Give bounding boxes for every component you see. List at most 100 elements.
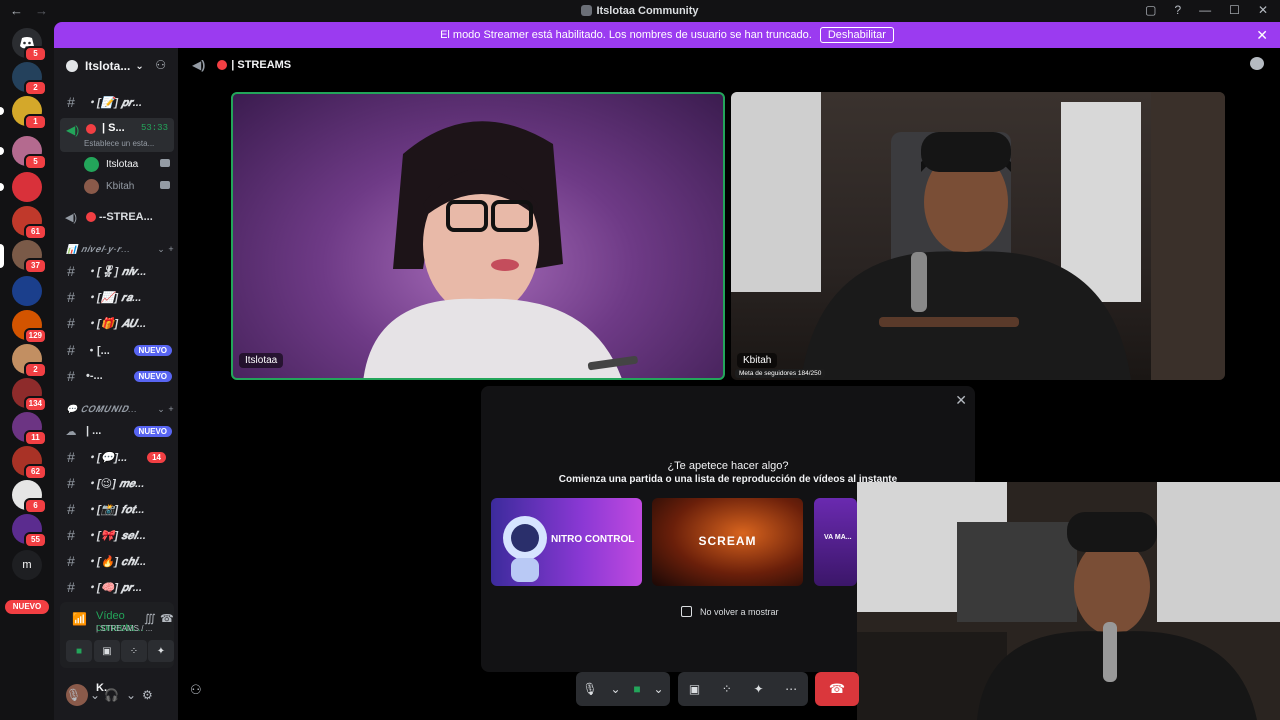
- hash-icon: #: [67, 449, 75, 465]
- chevron-down-icon[interactable]: ⌄: [654, 682, 664, 696]
- hash-icon: #: [67, 315, 75, 331]
- video-tile[interactable]: Kbitah Meta de seguidores 184/250: [731, 92, 1225, 380]
- channel-item[interactable]: # ・[🧠] 𝒑𝒓...: [62, 576, 172, 598]
- channel-name: ・[🎀] 𝒔𝒆𝒍...: [86, 530, 146, 542]
- channel-item[interactable]: # ・[😉] 𝒎𝒆...: [62, 472, 172, 494]
- leave-call-button[interactable]: ☎: [815, 672, 859, 706]
- add-channel-icon[interactable]: ⌄ +: [157, 244, 174, 255]
- mic-icon[interactable]: 🎙: [582, 682, 597, 696]
- voice-connected-channel[interactable]: | STREAMS / ...: [96, 624, 152, 633]
- server-icon[interactable]: 5: [12, 136, 47, 170]
- server-icon[interactable]: 6: [12, 480, 47, 514]
- channel-item[interactable]: # •-... NUEVO: [62, 365, 172, 387]
- voice-user[interactable]: Kbitah: [84, 176, 174, 196]
- game-card-valorant[interactable]: VA MA...: [814, 498, 857, 586]
- channel-name: ・[📸] 𝒇𝒐𝒕...: [86, 504, 145, 516]
- server-icon[interactable]: 1: [12, 96, 47, 130]
- channel-item[interactable]: # ・[... NUEVO: [62, 339, 172, 361]
- channel-item[interactable]: # ・[📈] 𝒓𝒂...: [62, 286, 172, 308]
- server-icon[interactable]: 62: [12, 446, 47, 480]
- hang-up-icon: ☎: [828, 681, 846, 696]
- channel-item[interactable]: # ・[🎖] 𝒏𝒊𝒗...: [62, 260, 172, 282]
- activities-button[interactable]: ⁘: [121, 640, 147, 662]
- game-card-scream[interactable]: SCREAM: [652, 498, 803, 586]
- server-icon[interactable]: 134: [12, 378, 47, 412]
- camera-icon[interactable]: ■: [633, 682, 640, 696]
- noise-suppression-icon[interactable]: ∭: [144, 612, 156, 625]
- add-channel-icon[interactable]: ⌄ +: [157, 404, 174, 415]
- channel-name: | ...: [86, 425, 102, 437]
- voice-channel-item[interactable]: ◀) --STREA...: [62, 206, 172, 228]
- title-bar: ← → Itslotaa Community ▢ ? — ☐ ✕: [0, 0, 1280, 22]
- headphones-icon[interactable]: 🎧: [104, 688, 119, 702]
- camera-button[interactable]: ■: [66, 640, 92, 662]
- voice-stage: ◀) | STREAMS Itslotaa Kbitah Meta de seg…: [178, 48, 1280, 720]
- discord-home-icon[interactable]: 5: [12, 28, 47, 62]
- signal-icon[interactable]: 📶: [72, 612, 87, 626]
- minimize-icon[interactable]: —: [1199, 3, 1211, 17]
- streamer-mode-banner: El modo Streamer está habilitado. Los no…: [54, 22, 1280, 48]
- server-icon[interactable]: 61: [12, 206, 47, 240]
- server-icon[interactable]: [12, 276, 42, 306]
- mic-icon[interactable]: 🎙: [66, 688, 81, 702]
- server-icon[interactable]: 37: [12, 240, 47, 274]
- server-icon[interactable]: m: [12, 550, 42, 580]
- add-user-icon[interactable]: ⚇: [155, 58, 166, 72]
- hash-icon: #: [67, 263, 75, 279]
- close-icon[interactable]: ✕: [955, 392, 967, 409]
- close-window-icon[interactable]: ✕: [1258, 3, 1268, 17]
- channel-item[interactable]: # ・[📸] 𝒇𝒐𝒕...: [62, 498, 172, 520]
- participant-name: Itslotaa: [239, 353, 284, 368]
- soundboard-icon[interactable]: ✦: [753, 682, 763, 696]
- category-header[interactable]: 💬 𝑪𝑶𝑴𝑼𝑵𝑰𝑫... ⌄ +: [66, 404, 174, 415]
- category-header[interactable]: 📊 𝒏𝒊𝒗𝒆𝒍-𝒚-𝒓... ⌄ +: [66, 244, 174, 255]
- server-icon[interactable]: 11: [12, 412, 47, 446]
- invite-icon[interactable]: ⚇: [190, 682, 202, 698]
- server-icon[interactable]: 55: [12, 514, 47, 548]
- unread-badge: 5: [24, 46, 47, 62]
- unread-badge: 55: [24, 532, 47, 548]
- activities-icon[interactable]: ⁘: [722, 682, 732, 696]
- soundboard-button[interactable]: ✦: [148, 640, 174, 662]
- checkbox[interactable]: [681, 606, 692, 617]
- unread-badge: 37: [24, 258, 47, 274]
- video-tile[interactable]: Itslotaa: [231, 92, 725, 380]
- game-card-nitro-control[interactable]: NITRO CONTROL: [491, 498, 642, 586]
- more-options-icon[interactable]: ⋯: [785, 682, 797, 696]
- maximize-icon[interactable]: ☐: [1229, 3, 1240, 17]
- chat-bubble-icon[interactable]: [1250, 57, 1264, 70]
- forum-channel-item[interactable]: ☁ | ... NUEVO: [62, 420, 172, 442]
- voice-user[interactable]: Itslotaa: [84, 154, 174, 174]
- server-header[interactable]: Itslota... ⌄ ⚇: [54, 48, 178, 84]
- unread-badge: 134: [23, 396, 47, 412]
- server-icon: [581, 5, 593, 16]
- server-name: Itslota...: [85, 59, 131, 73]
- channel-item[interactable]: # ・[💬]... 14: [62, 446, 172, 468]
- voice-status[interactable]: Establece un esta...: [84, 139, 154, 148]
- server-icon[interactable]: 129: [12, 310, 47, 344]
- chevron-down-icon[interactable]: ⌄: [126, 688, 136, 702]
- settings-gear-icon[interactable]: ⚙: [142, 688, 153, 702]
- chevron-down-icon[interactable]: ⌄: [90, 688, 100, 702]
- screen-share-button[interactable]: ▣: [94, 640, 120, 662]
- audio-video-controls: 🎙 ⌄ ■ ⌄: [576, 672, 670, 706]
- channel-item[interactable]: # ・[📝] 𝒑𝒓...: [62, 91, 172, 113]
- unread-badge: 129: [23, 328, 47, 344]
- game-title: SCREAM: [698, 534, 757, 548]
- screen-share-icon[interactable]: ▣: [689, 682, 700, 696]
- self-preview-video[interactable]: [857, 482, 1280, 720]
- active-voice-channel[interactable]: ◀) | S... 53:33 Establece un esta...: [60, 118, 174, 152]
- help-icon[interactable]: ?: [1174, 3, 1181, 17]
- channel-item[interactable]: # ・[🎀] 𝒔𝒆𝒍...: [62, 524, 172, 546]
- close-banner-icon[interactable]: ✕: [1256, 27, 1268, 44]
- disconnect-icon[interactable]: ☎: [160, 612, 174, 625]
- channel-item[interactable]: # ・[🎁] 𝑨𝑼...: [62, 312, 172, 334]
- disable-streamer-button[interactable]: Deshabilitar: [819, 27, 894, 43]
- channel-item[interactable]: # ・[🔥] 𝒄𝒉𝒊...: [62, 550, 172, 572]
- dont-show-again-checkbox[interactable]: No volver a mostrar: [681, 606, 779, 617]
- inbox-icon[interactable]: ▢: [1145, 3, 1156, 17]
- chevron-down-icon[interactable]: ⌄: [611, 682, 621, 696]
- server-icon[interactable]: [12, 172, 42, 202]
- server-icon[interactable]: 2: [12, 344, 47, 378]
- server-icon[interactable]: 2: [12, 62, 47, 96]
